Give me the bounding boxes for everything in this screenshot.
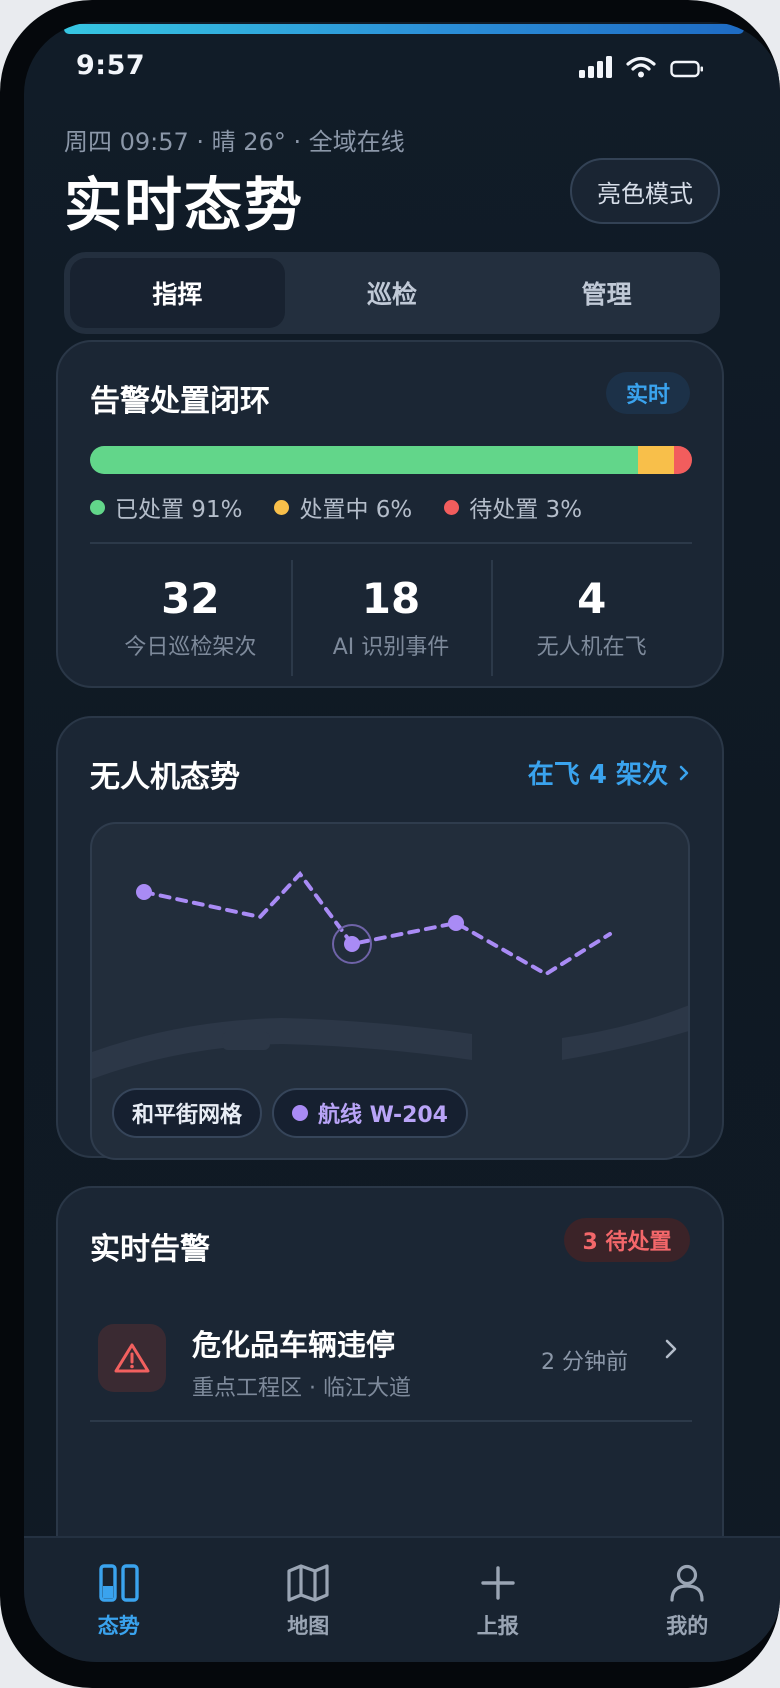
route-dot-icon — [292, 1105, 308, 1121]
tab-bar-item-report[interactable]: 上报 — [403, 1538, 593, 1662]
progress-segment-handled — [90, 446, 638, 474]
progress-segment-processing — [637, 446, 674, 474]
legend-item-pending: 待处置 3% — [444, 490, 582, 524]
legend-dot-processing — [274, 499, 290, 515]
tab-command[interactable]: 指挥 — [70, 258, 285, 328]
dashboard-icon — [99, 1564, 139, 1602]
map-icon — [287, 1564, 329, 1602]
tab-bar-label: 我的 — [666, 1614, 709, 1638]
route-chip-label: 航线 W-204 — [318, 1103, 448, 1128]
stat-label: 无人机在飞 — [536, 635, 647, 661]
phone-frame: 9:57 周四 09:57 · 晴 26° · 全域在线 实时态势 亮色模式 指… — [0, 0, 780, 1688]
drone-route-line — [142, 870, 612, 977]
alert-loop-card: 告警处置闭环 实时 已处置 91% 处置中 6% 待处置 3% 32 今日巡检架… — [56, 340, 724, 688]
drone-card-title: 无人机态势 — [90, 760, 240, 795]
tab-patrol[interactable]: 巡检 — [285, 258, 500, 328]
card-divider — [90, 542, 692, 544]
progress-segment-pending — [673, 446, 692, 474]
map-road-segment — [222, 1032, 270, 1050]
user-icon — [670, 1564, 704, 1602]
plus-icon — [481, 1566, 515, 1600]
tab-bar-label: 态势 — [97, 1614, 140, 1638]
alert-list-item[interactable]: 危化品车辆违停 重点工程区 · 临江大道 2 分钟前 — [90, 1312, 692, 1408]
tab-manage[interactable]: 管理 — [499, 258, 714, 328]
alerts-card-title: 实时告警 — [90, 1232, 210, 1267]
stat-value: 32 — [161, 573, 220, 623]
stat-drones-flying[interactable]: 4 无人机在飞 — [491, 560, 692, 676]
drone-route-map[interactable]: 和平街网格 航线 W-204 — [90, 822, 690, 1160]
grid-chip[interactable]: 和平街网格 — [112, 1088, 263, 1138]
alert-title: 危化品车辆违停 — [192, 1328, 396, 1362]
light-mode-button[interactable]: 亮色模式 — [570, 158, 720, 224]
alert-time: 2 分钟前 — [541, 1350, 628, 1375]
app-screen: 9:57 周四 09:57 · 晴 26° · 全域在线 实时态势 亮色模式 指… — [24, 22, 780, 1662]
flying-drones-link-label: 在飞 4 架次 — [527, 760, 668, 790]
alert-location: 重点工程区 · 临江大道 — [192, 1376, 411, 1401]
stat-ai-events[interactable]: 18 AI 识别事件 — [290, 560, 492, 676]
legend-item-handled: 已处置 91% — [90, 490, 242, 524]
stat-label: AI 识别事件 — [332, 635, 450, 661]
alert-loop-title: 告警处置闭环 — [90, 384, 270, 419]
chevron-right-icon — [665, 1339, 677, 1359]
segmented-control: 指挥 巡检 管理 — [64, 252, 720, 334]
legend-label-pending: 待处置 3% — [469, 497, 583, 523]
page-title: 实时态势 — [64, 171, 305, 239]
bottom-tab-bar: 态势 地图 上报 我的 — [24, 1536, 780, 1662]
tab-bar-label: 地图 — [287, 1614, 330, 1638]
status-icons — [579, 56, 704, 78]
grid-chip-label: 和平街网格 — [132, 1103, 243, 1128]
chevron-right-icon — [679, 765, 689, 780]
signal-icon — [579, 56, 612, 78]
stat-label: 今日巡检架次 — [124, 635, 257, 661]
tab-bar-item-dashboard[interactable]: 态势 — [24, 1538, 214, 1662]
header-subline: 周四 09:57 · 晴 26° · 全域在线 — [64, 128, 405, 156]
legend-dot-pending — [444, 499, 460, 515]
status-time: 9:57 — [76, 50, 146, 81]
legend-item-processing: 处置中 6% — [274, 490, 412, 524]
stat-patrol-flights[interactable]: 32 今日巡检架次 — [90, 560, 291, 676]
legend-label-handled: 已处置 91% — [115, 497, 243, 523]
legend-dot-handled — [90, 499, 105, 515]
drone-situation-card: 无人机态势 在飞 4 架次 和平街网格 航线 W-204 — [56, 716, 724, 1160]
tab-bar-label: 上报 — [476, 1614, 519, 1638]
live-badge: 实时 — [606, 372, 690, 414]
legend-label-processing: 处置中 6% — [299, 497, 413, 523]
alert-loop-progress-bar — [90, 446, 692, 474]
warning-triangle-icon — [114, 1343, 150, 1373]
alert-loop-legend: 已处置 91% 处置中 6% 待处置 3% — [90, 490, 582, 524]
alert-divider — [90, 1420, 692, 1422]
map-road-shape — [92, 1018, 472, 1079]
wifi-icon — [626, 56, 656, 78]
top-accent-line — [64, 24, 744, 34]
drone-current-position — [344, 936, 360, 952]
route-waypoint — [448, 915, 464, 931]
pending-count-badge: 3 待处置 — [564, 1218, 690, 1262]
map-road-shape-right — [562, 1005, 688, 1060]
tab-bar-item-map[interactable]: 地图 — [214, 1538, 404, 1662]
alert-icon-tile — [98, 1324, 166, 1392]
stat-value: 18 — [361, 573, 421, 623]
stat-value: 4 — [577, 573, 607, 623]
battery-icon — [670, 60, 703, 78]
tab-bar-item-profile[interactable]: 我的 — [593, 1538, 780, 1662]
route-chip[interactable]: 航线 W-204 — [272, 1088, 468, 1138]
stats-row: 32 今日巡检架次 18 AI 识别事件 4 无人机在飞 — [90, 560, 692, 676]
flying-drones-link[interactable]: 在飞 4 架次 — [528, 754, 690, 791]
route-waypoint — [136, 884, 152, 900]
